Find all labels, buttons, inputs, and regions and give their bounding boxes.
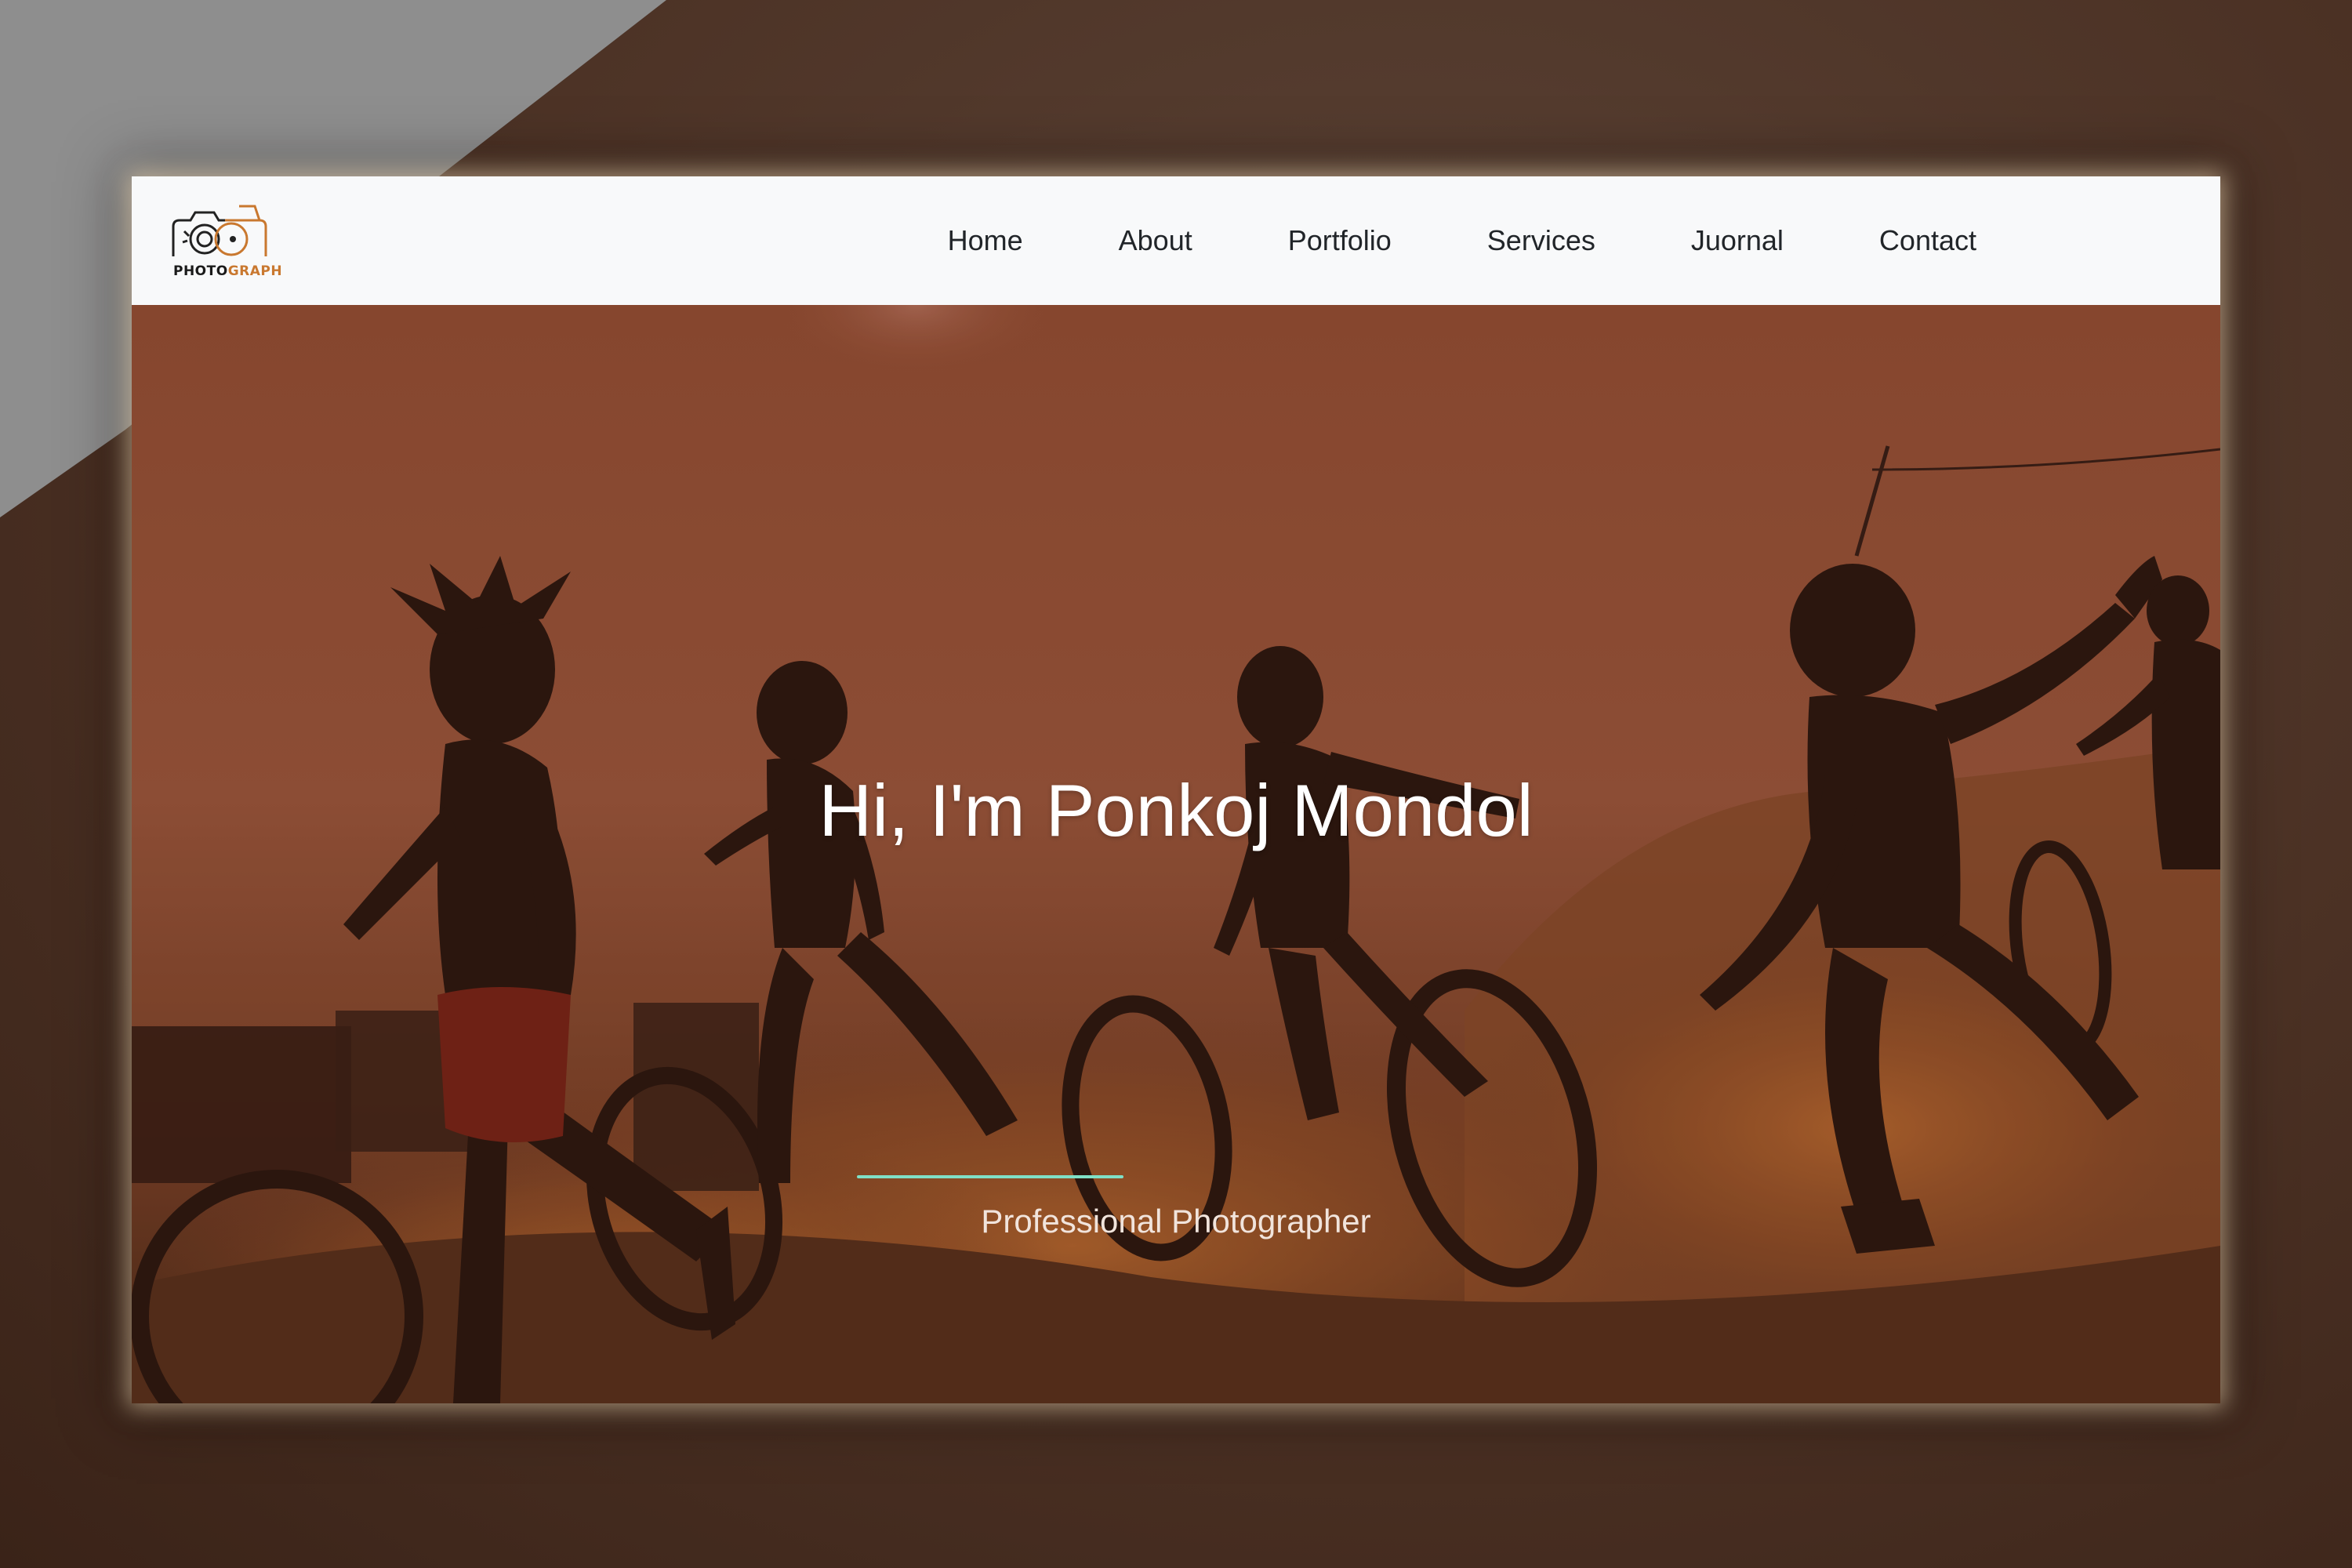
nav-link-journal[interactable]: Juornal <box>1643 224 1831 257</box>
hero-section: Hi, I'm Ponkoj Mondol Professional Photo… <box>132 305 2220 1403</box>
nav-link-contact[interactable]: Contact <box>1831 224 2024 257</box>
hero-title: Hi, I'm Ponkoj Mondol <box>818 769 1534 851</box>
website-preview-frame: PHOTOGRAPH Home About Portfolio Services… <box>132 176 2220 1403</box>
hero-content: Hi, I'm Ponkoj Mondol Professional Photo… <box>132 305 2220 1403</box>
navbar: PHOTOGRAPH Home About Portfolio Services… <box>132 176 2220 305</box>
nav-link-about[interactable]: About <box>1071 224 1240 257</box>
camera-icon <box>172 205 267 256</box>
hero-divider <box>857 1175 1123 1178</box>
nav-menu: Home About Portfolio Services Juornal Co… <box>900 176 2024 305</box>
logo-text-accent: GRAPH <box>227 263 283 279</box>
site-logo[interactable]: PHOTOGRAPH <box>167 200 282 285</box>
logo-wordmark: PHOTOGRAPH <box>173 263 283 279</box>
nav-link-portfolio[interactable]: Portfolio <box>1240 224 1439 257</box>
hero-subtitle: Professional Photographer <box>981 1203 1371 1240</box>
nav-link-home[interactable]: Home <box>900 224 1071 257</box>
nav-link-services[interactable]: Services <box>1439 224 1643 257</box>
logo-text-prefix: PHOTO <box>173 263 228 279</box>
